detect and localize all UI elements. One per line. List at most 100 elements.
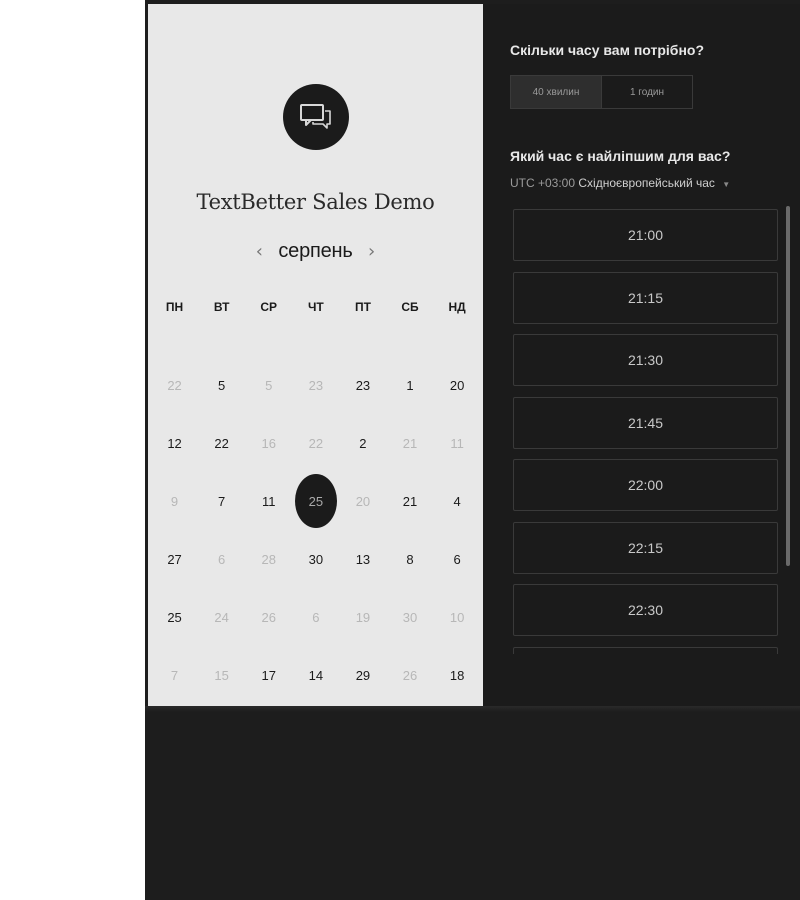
- calendar-day[interactable]: 2: [339, 414, 386, 472]
- calendar-day[interactable]: 6: [434, 530, 481, 588]
- time-slot-button[interactable]: 22:00: [513, 459, 778, 511]
- timezone-selector[interactable]: UTC +03:00 Східноєвропейський час ▼: [510, 176, 730, 190]
- calendar-day: 26: [386, 646, 433, 704]
- calendar-day[interactable]: 29: [339, 646, 386, 704]
- calendar-days-grid: 22 5 5 23 23 1 20 12 22 16 22 2 21 11 9 7 11 25 20 21 4 27 6 28…: [151, 356, 481, 704]
- logo: [283, 84, 349, 150]
- calendar-day-number: 22: [308, 435, 324, 451]
- duration-option-40-min[interactable]: 40 хвилин: [511, 76, 602, 108]
- calendar-day: 22: [292, 414, 339, 472]
- calendar-day[interactable]: 7: [198, 472, 245, 530]
- calendar-day[interactable]: 4: [434, 472, 481, 530]
- calendar-day-number: 20: [355, 493, 371, 509]
- weekday-label: НД: [448, 300, 466, 314]
- calendar-day: 11: [434, 414, 481, 472]
- calendar-day-number: 25: [167, 609, 182, 625]
- time-slot-button[interactable]: 21:15: [513, 271, 778, 324]
- calendar-panel: TextBetter Sales Demo ‹ серпень › ПН ВТ …: [148, 4, 483, 706]
- calendar-day-number: 23: [355, 377, 371, 393]
- duration-heading: Скільки часу вам потрібно?: [510, 42, 705, 58]
- calendar-day: 16: [245, 414, 292, 472]
- calendar-day: 24: [198, 588, 245, 646]
- calendar-day-number: 26: [402, 667, 418, 683]
- calendar-day-number: 26: [261, 609, 276, 625]
- next-month-button[interactable]: ›: [359, 241, 385, 262]
- calendar-day[interactable]: 1: [386, 356, 433, 414]
- calendar-day[interactable]: 20: [434, 356, 481, 414]
- calendar-day: 6: [198, 530, 245, 588]
- weekday-label: ПТ: [354, 300, 371, 314]
- calendar-day-number: 30: [308, 551, 324, 567]
- calendar-day-number: 30: [402, 609, 418, 625]
- weekday-label: ПН: [165, 300, 184, 314]
- time-slot-button[interactable]: [513, 646, 778, 654]
- calendar-day-number: 6: [218, 551, 226, 567]
- calendar-day[interactable]: 25: [151, 588, 198, 646]
- calendar-day: 30: [386, 588, 433, 646]
- timezone-name: Східноєвропейський час: [578, 176, 715, 190]
- event-title: TextBetter Sales Demo: [196, 190, 435, 214]
- weekday-header: ПН ВТ СР ЧТ ПТ СБ НД: [151, 300, 481, 314]
- month-navigation: ‹ серпень ›: [148, 236, 483, 266]
- calendar-day: 10: [434, 588, 481, 646]
- calendar-day-selected[interactable]: 25: [292, 472, 339, 530]
- calendar-day-number: 19: [355, 609, 371, 625]
- calendar-day[interactable]: 30: [292, 530, 339, 588]
- time-slot-button[interactable]: 22:30: [513, 584, 778, 636]
- calendar-day[interactable]: 22: [198, 414, 245, 472]
- calendar-day[interactable]: 17: [245, 646, 292, 704]
- time-slot-button[interactable]: 21:30: [513, 334, 778, 386]
- calendar-day-number: 27: [167, 551, 182, 567]
- calendar-day[interactable]: 27: [151, 530, 198, 588]
- calendar-day-number: 10: [449, 609, 465, 625]
- weekday-label: СР: [260, 300, 278, 314]
- calendar-day-number: 28: [261, 551, 276, 567]
- chat-bubbles-icon: [300, 104, 331, 129]
- calendar-day-number: 8: [406, 551, 414, 567]
- calendar-day[interactable]: 8: [386, 530, 433, 588]
- calendar-day-number: 7: [170, 667, 179, 683]
- calendar-day-number: 16: [261, 435, 276, 451]
- calendar-day-number: 24: [214, 609, 229, 625]
- time-slot-button[interactable]: 21:45: [513, 396, 778, 449]
- time-slot-button[interactable]: 21:00: [513, 209, 778, 261]
- calendar-day: 28: [245, 530, 292, 588]
- weekday-label: ЧТ: [307, 300, 324, 314]
- calendar-day-number: 2: [359, 435, 367, 451]
- calendar-day[interactable]: 12: [151, 414, 198, 472]
- time-slot-scrollbar[interactable]: [786, 206, 790, 566]
- weekday-label: СБ: [401, 300, 419, 314]
- duration-selector: 40 хвилин 1 годин: [510, 75, 693, 109]
- calendar-day-number: 11: [450, 435, 464, 451]
- duration-option-1-hour[interactable]: 1 годин: [602, 76, 692, 108]
- calendar-day-number: 1: [406, 377, 414, 393]
- calendar-day-number: 29: [355, 667, 371, 683]
- calendar-day[interactable]: 5: [198, 356, 245, 414]
- calendar-day-number: 14: [308, 667, 324, 683]
- calendar-day[interactable]: 18: [434, 646, 481, 704]
- calendar-day[interactable]: 23: [339, 356, 386, 414]
- time-slot-button[interactable]: 22:15: [513, 521, 778, 574]
- calendar-day-number: 20: [449, 377, 465, 393]
- calendar-day: 6: [292, 588, 339, 646]
- calendar-day[interactable]: 14: [292, 646, 339, 704]
- calendar-day[interactable]: 11: [245, 472, 292, 530]
- prev-month-button[interactable]: ‹: [246, 241, 272, 262]
- calendar-day-number: 15: [214, 667, 229, 683]
- calendar-day-number: 13: [355, 551, 371, 567]
- calendar-day-number: 11: [261, 493, 276, 509]
- month-label: серпень: [278, 239, 353, 262]
- time-heading: Який час є найліпшим для вас?: [510, 148, 731, 164]
- calendar-day: 9: [151, 472, 198, 530]
- calendar-day-number: 7: [218, 493, 226, 509]
- calendar-day: 7: [151, 646, 198, 704]
- calendar-day: 22: [151, 356, 198, 414]
- calendar-day: 21: [386, 414, 433, 472]
- calendar-day[interactable]: 21: [386, 472, 433, 530]
- scheduling-panel: Скільки часу вам потрібно? 40 хвилин 1 г…: [483, 4, 800, 706]
- calendar-day: 19: [339, 588, 386, 646]
- calendar-day-number: 6: [453, 551, 461, 567]
- calendar-day[interactable]: 13: [339, 530, 386, 588]
- calendar-day-number: 22: [167, 377, 182, 393]
- calendar-day-number: 6: [312, 609, 320, 625]
